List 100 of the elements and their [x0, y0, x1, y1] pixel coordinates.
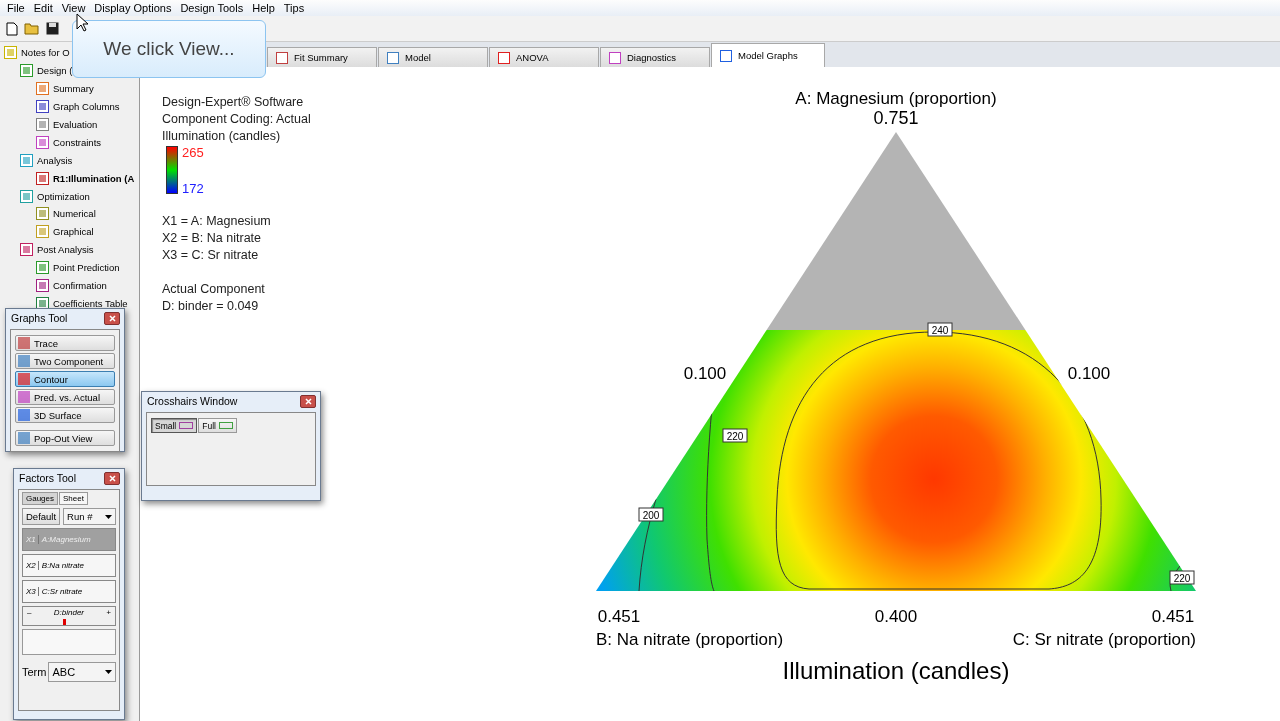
tree-item[interactable]: Analysis	[37, 154, 73, 166]
close-button[interactable]	[104, 311, 120, 325]
color-scale	[166, 146, 178, 194]
legend-text: Design-Expert® Software	[162, 94, 305, 111]
tab[interactable]: ANOVA	[489, 47, 599, 67]
graph-type-button[interactable]: Pop-Out View	[15, 430, 115, 446]
new-file-icon[interactable]	[6, 21, 18, 36]
tree-item[interactable]: Point Prediction	[53, 262, 120, 274]
axis-value: 0.400	[874, 607, 918, 626]
axis-title: B: Na nitrate (proportion)	[596, 630, 784, 649]
tab[interactable]: Sheet	[59, 492, 88, 505]
graph-type-button[interactable]: Pred. vs. Actual	[15, 389, 115, 405]
page-icon	[36, 279, 49, 292]
component-text: D: binder = 0.049	[162, 298, 260, 315]
menu-item[interactable]: File	[4, 2, 31, 14]
graph-type-button[interactable]: Two Component	[15, 353, 115, 369]
contour-label: 200	[638, 507, 664, 522]
axis-value: 0.100	[683, 364, 727, 383]
graph-type-button[interactable]: 3D Surface	[15, 407, 115, 423]
axis-title: A: Magnesium (proportion)	[795, 89, 997, 108]
close-icon	[304, 397, 312, 405]
tab[interactable]: Model Graphs	[711, 43, 825, 67]
view-size-button[interactable]: Full	[198, 418, 237, 433]
callout-bubble: We click View...	[72, 20, 266, 78]
slider-thumb[interactable]	[62, 619, 66, 625]
page-icon	[36, 296, 49, 310]
scale-max: 265	[182, 146, 204, 160]
tree-item[interactable]: R1:Illumination (A	[53, 172, 135, 184]
page-icon	[36, 118, 49, 131]
contour-label: 220	[722, 428, 748, 443]
page-icon	[36, 207, 49, 221]
page-icon	[36, 171, 49, 185]
menu-item[interactable]: Design Tools	[177, 2, 250, 14]
factor-row[interactable]: X3 C:Sr nitrate	[22, 580, 116, 603]
menu-item[interactable]: Tips	[280, 2, 311, 14]
factor-row[interactable]: X2 B:Na nitrate	[22, 554, 116, 577]
page-icon	[20, 243, 33, 257]
window-title: Crosshairs Window	[147, 395, 238, 407]
page-icon	[20, 153, 33, 167]
axis-title: C: Sr nitrate (proportion)	[1012, 630, 1196, 649]
menu-item[interactable]: View	[58, 2, 92, 14]
factor-legend: X1 = A: Magnesium	[162, 213, 311, 230]
open-folder-icon[interactable]	[24, 22, 40, 35]
tree-item[interactable]: Evaluation	[53, 119, 98, 130]
caret-icon	[105, 670, 112, 674]
scale-min: 172	[182, 182, 204, 196]
menu-item[interactable]: Help	[249, 2, 281, 14]
default-button[interactable]: Default	[22, 508, 61, 525]
tree-item[interactable]: Summary	[53, 83, 94, 95]
window-title: Graphs Tool	[11, 312, 68, 324]
tree-item[interactable]: Notes for O	[21, 47, 70, 59]
graph-type-button[interactable]: Contour	[15, 371, 115, 387]
tree-item[interactable]: Confirmation	[53, 280, 107, 291]
axis-value: 0.451	[597, 607, 641, 626]
tree-item[interactable]: Optimization	[37, 190, 90, 202]
tab[interactable]: Fit Summary	[267, 47, 377, 67]
view-size-button[interactable]: Small	[151, 418, 198, 433]
caret-icon	[105, 514, 112, 519]
run-dropdown[interactable]: Run #	[63, 508, 116, 525]
close-button[interactable]	[104, 471, 120, 485]
axis-value: 0.751	[873, 108, 919, 128]
component-text: Actual Component	[162, 281, 266, 298]
tree-item[interactable]: Post Analysis	[37, 244, 94, 256]
legend-text: Illumination (candles)	[162, 128, 282, 145]
window-title: Factors Tool	[19, 472, 76, 484]
tree-item[interactable]: Constraints	[53, 136, 102, 148]
close-icon	[108, 314, 116, 322]
cursor-icon	[76, 13, 88, 32]
graph-type-button[interactable]: Trace	[15, 335, 115, 351]
contour-label: 220	[1169, 570, 1195, 585]
tab[interactable]: Diagnostics	[600, 47, 710, 67]
plot-title: Illumination (candles)	[782, 657, 1010, 684]
factor-legend: X2 = B: Na nitrate	[162, 230, 311, 247]
page-icon	[36, 225, 49, 239]
page-icon	[36, 261, 49, 275]
page-icon	[36, 100, 49, 114]
value-field[interactable]	[22, 629, 116, 655]
tree-item[interactable]: Coefficients Table	[53, 297, 128, 309]
page-icon	[20, 64, 33, 78]
tab[interactable]: Model	[378, 47, 488, 67]
factor-slider[interactable]: – D:binder +	[22, 606, 116, 626]
page-icon	[20, 189, 33, 203]
axis-value: 0.100	[1067, 364, 1111, 383]
tab[interactable]: Gauges	[22, 492, 59, 505]
save-icon[interactable]	[46, 22, 59, 35]
axis-value: 0.451	[1151, 607, 1195, 626]
menu-item[interactable]: Edit	[30, 2, 59, 14]
close-button[interactable]	[300, 394, 316, 408]
tree-item[interactable]: Numerical	[53, 208, 96, 220]
tree-item[interactable]: Design (	[37, 65, 73, 77]
contour-label: 240	[927, 322, 953, 337]
page-icon	[36, 82, 49, 96]
factor-legend: X3 = C: Sr nitrate	[162, 247, 311, 264]
term-dropdown[interactable]: ABC	[48, 662, 116, 682]
tree-item[interactable]: Graph Columns	[53, 101, 120, 113]
term-label: Term	[22, 666, 47, 678]
tree-item[interactable]: Graphical	[53, 226, 94, 238]
menu-item[interactable]: Display Options	[91, 2, 178, 14]
page-icon	[36, 135, 49, 149]
close-icon	[108, 474, 116, 482]
